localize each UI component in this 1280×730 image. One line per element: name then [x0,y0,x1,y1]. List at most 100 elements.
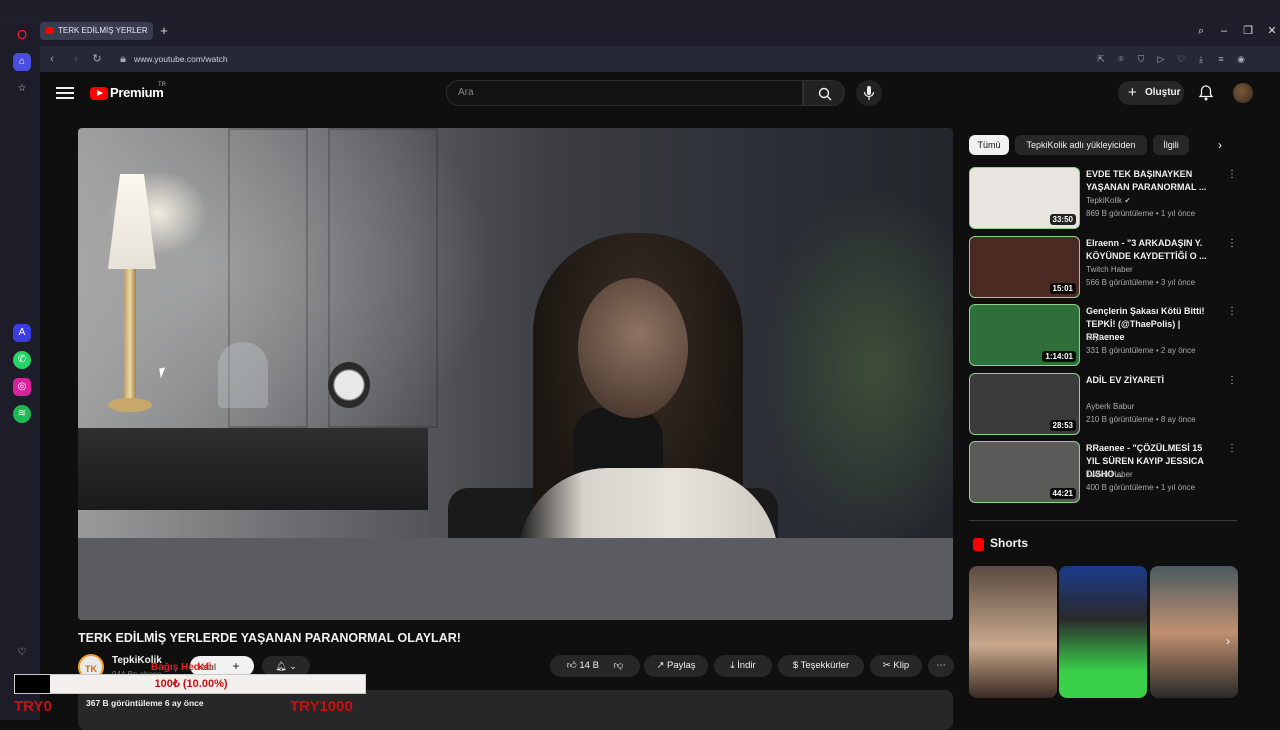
table-image [78,538,953,620]
short-thumbnail[interactable] [1150,566,1238,698]
notifications-bell-icon[interactable] [1198,84,1214,102]
browser-tab-youtube[interactable]: TERK EDİLMİŞ YERLER [40,22,153,40]
share-button[interactable]: ↗ Paylaş [644,655,708,677]
description-box[interactable] [78,690,953,730]
minimize-button[interactable]: – [1214,23,1234,39]
kebab-menu-icon[interactable]: ⋮ [1227,375,1237,386]
recommendation-item[interactable]: 44:21 RRaenee - "ÇÖZÜLMESİ 15 YIL SÜREN … [969,441,1239,505]
thanks-button[interactable]: $ Teşekkürler [778,655,864,677]
clip-label: Klip [893,660,910,671]
menu-icon[interactable]: ≡ [1214,52,1228,66]
video-thumbnail[interactable]: 44:21 [969,441,1080,503]
short-thumbnail[interactable] [1059,566,1147,698]
lock-icon: 🔒︎ [120,53,126,65]
video-player[interactable] [78,128,953,620]
video-thumbnail[interactable]: 1:14:01 [969,304,1080,366]
duration-badge: 28:53 [1049,420,1076,431]
recommendation-item[interactable]: 33:50 EVDE TEK BAŞINAYKEN YAŞANAN PARANO… [969,167,1239,231]
home-icon[interactable]: ⌂ [13,53,31,71]
video-thumbnail[interactable]: 28:53 [969,373,1080,435]
maximize-button[interactable]: ❐ [1238,23,1258,39]
shorts-next-chevron-icon[interactable]: › [1226,634,1230,648]
recommendation-item[interactable]: 28:53 ADİL EV ZİYARETİ Ayberk Babur 210 … [969,373,1239,437]
chip-related[interactable]: İlgili [1153,135,1189,155]
share-page-icon[interactable]: ⇱ [1094,52,1108,66]
short-thumbnail[interactable] [969,566,1057,698]
like-button[interactable]: 👍︎ 14 B [567,660,599,671]
spotify-icon[interactable]: ≋ [13,405,31,423]
share-icon: ↗ [656,660,665,671]
thumb-up-icon: 👍︎ [566,660,577,671]
duration-badge: 15:01 [1049,283,1076,294]
aria-icon[interactable]: A [13,324,31,342]
hamburger-menu-icon[interactable] [56,84,74,102]
recommendation-meta: 210 B görüntüleme • 8 ay önce [1086,415,1196,424]
url-field[interactable]: www.youtube.com/watch [134,51,1094,67]
download-button[interactable]: ⤓ İndir [714,655,772,677]
search-input[interactable]: Ara [446,80,803,106]
divider [969,520,1237,521]
voice-search-button[interactable] [856,80,882,106]
video-title: TERK EDİLMİŞ YERLERDE YAŞANAN PARANORMAL… [78,631,461,645]
person-face-image [578,278,688,418]
browser-titlebar: TERK EDİLMİŞ YERLER + ⌕ – ❐ ✕ [0,0,1280,46]
heart-icon[interactable]: ♡ [13,644,31,662]
download-icon[interactable]: ⤓ [1194,52,1208,66]
recommendation-channel[interactable]: Twitch Haber [1086,470,1133,479]
video-thumbnail[interactable]: 15:01 [969,236,1080,298]
camera-icon[interactable]: ⌾ [1114,52,1128,66]
chip-from-uploader[interactable]: TepkiKolik adlı yükleyiciden [1015,135,1147,155]
kebab-menu-icon[interactable]: ⋮ [1227,306,1237,317]
recommendation-channel[interactable]: cFyt ✔ [1086,333,1110,342]
more-actions-button[interactable]: ⋯ [928,655,954,677]
kebab-menu-icon[interactable]: ⋮ [1227,169,1237,180]
bookmarks-icon[interactable]: ☆ [13,80,31,98]
opera-logo-icon[interactable]: O [13,26,31,44]
recommendation-channel[interactable]: Ayberk Babur [1086,402,1134,411]
recommendation-title[interactable]: ADİL EV ZİYARETİ [1086,374,1216,387]
shield-icon[interactable]: ⛉ [1134,52,1148,66]
search-button[interactable] [803,80,845,106]
chevron-right-icon[interactable]: › [1210,135,1230,155]
bell-icon: 🔔︎ [275,661,287,671]
account-avatar[interactable] [1233,83,1253,103]
close-window-button[interactable]: ✕ [1262,23,1280,39]
forward-button[interactable]: › [68,51,84,67]
youtube-logo-icon[interactable] [90,87,108,100]
youtube-logo-text[interactable]: Premium [110,85,164,100]
video-thumbnail[interactable]: 33:50 [969,167,1080,229]
chip-all[interactable]: Tümü [969,135,1009,155]
search-tabs-icon[interactable]: ⌕ [1191,23,1211,39]
kebab-menu-icon[interactable]: ⋮ [1227,238,1237,249]
recommendation-item[interactable]: 15:01 Elraenn - "3 ARKADAŞIN Y. KÖYÜNDE … [969,236,1239,300]
lamp-foot-image [108,398,152,412]
share-label: Paylaş [667,660,696,671]
whatsapp-icon[interactable]: ✆ [13,351,31,369]
opera-sidebar: O ⌂ ☆ A ✆ ◎ ≋ ♡ [0,22,40,720]
dislike-button[interactable]: 👎︎ [614,660,624,671]
profile-icon[interactable]: ◉ [1234,52,1248,66]
recommendation-channel[interactable]: Twitch Haber [1086,265,1133,274]
kebab-menu-icon[interactable]: ⋮ [1227,443,1237,454]
recommendation-title[interactable]: Elraenn - "3 ARKADAŞIN Y. KÖYÜNDE KAYDET… [1086,237,1216,263]
recommendation-channel[interactable]: TepkiKolik ✔ [1086,196,1131,205]
recommendation-title[interactable]: EVDE TEK BAŞINAYKEN YAŞANAN PARANORMAL .… [1086,168,1216,194]
subscription-bell-button[interactable]: 🔔︎ ⌄ [262,656,310,676]
recommendation-meta: 400 B görüntüleme • 1 yıl önce [1086,483,1196,492]
create-button[interactable]: + Oluştur [1118,81,1184,105]
search-icon [818,87,832,101]
reload-icon[interactable]: ↻ [89,51,105,67]
recommendation-meta: 869 B görüntüleme • 1 yıl önce [1086,209,1196,218]
download-icon: ⤓ [730,660,735,671]
mouse-cursor-icon [159,367,167,379]
instagram-icon[interactable]: ◎ [13,378,31,396]
donation-goal-label: Bağış Hedefi [151,662,212,673]
desk-image [78,428,428,510]
plant-jar-image [218,342,268,408]
player-icon[interactable]: ▷ [1154,52,1168,66]
recommendation-item[interactable]: 1:14:01 Gençlerin Şakası Kötü Bitti! TEP… [969,304,1239,368]
favorite-icon[interactable]: ♡ [1174,52,1188,66]
back-button[interactable]: ‹ [44,51,60,67]
new-tab-button[interactable]: + [157,23,171,39]
clip-button[interactable]: ✂ Klip [870,655,922,677]
